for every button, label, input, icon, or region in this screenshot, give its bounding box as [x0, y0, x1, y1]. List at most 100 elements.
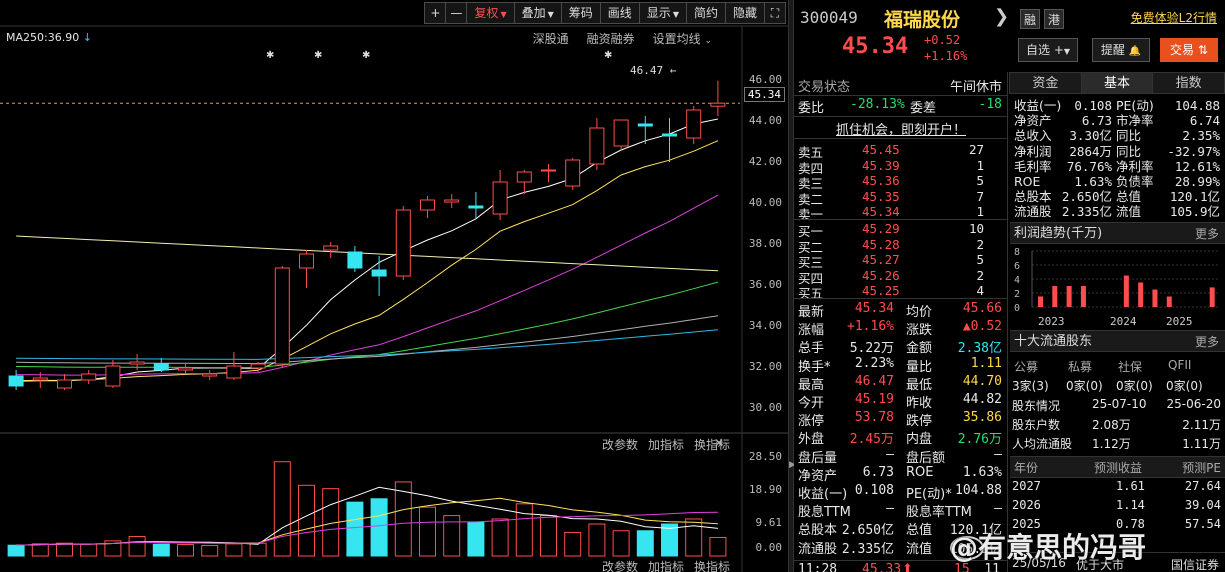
tab-index[interactable]: 指数: [1152, 72, 1225, 94]
stat-label: 涨跌: [906, 323, 933, 339]
volume-bar: [564, 531, 582, 557]
price-tick: 36.00: [748, 278, 782, 291]
candle-body: [178, 367, 193, 371]
add-indicator-link[interactable]: 加指标: [648, 436, 684, 453]
indicator-links: 改参数 加指标 换指标: [602, 436, 730, 453]
profit-x-label: 2024: [1110, 315, 1137, 328]
switch-indicator-link[interactable]: 换指标: [694, 558, 730, 572]
event-star-icon[interactable]: ✱: [314, 50, 322, 61]
profit-bar: [1080, 286, 1086, 307]
holder-row-value: 2.08万: [1092, 418, 1131, 432]
expand-icon[interactable]: ⛶: [764, 2, 786, 24]
price-tick: 30.00: [748, 401, 782, 414]
edit-params-link[interactable]: 改参数: [602, 558, 638, 572]
buy-level-row[interactable]: 买三 45.27 5: [798, 252, 1004, 270]
candle-body: [686, 109, 702, 139]
sell-level-row[interactable]: 卖一 45.34 1: [798, 204, 1004, 222]
volume-bar: [31, 543, 49, 557]
hk-connect-tag[interactable]: 港: [1044, 9, 1064, 29]
profit-x-label: 2023: [1038, 315, 1065, 328]
stat-label: 最高: [798, 377, 825, 393]
event-star-icon[interactable]: ✱: [266, 50, 274, 61]
more-link[interactable]: 更多: [1195, 331, 1219, 353]
open-account-link[interactable]: 抓住机会，即刻开户！: [836, 119, 966, 138]
profit-y-tick: 0: [1014, 303, 1020, 314]
trade-button[interactable]: 交易 ⇅: [1160, 38, 1218, 62]
zoom-out-button[interactable]: —: [445, 2, 468, 24]
ma200-line: [16, 329, 718, 360]
event-star-icon[interactable]: ✱: [604, 50, 612, 61]
stat-label: 外盘: [798, 432, 825, 448]
kline-svg[interactable]: [0, 0, 788, 572]
fundamental-row: 毛利率 76.76% 净利率 12.61%: [1014, 159, 1224, 174]
fundamental-value: 2.35%: [1182, 128, 1220, 144]
stat-value: —: [994, 446, 1002, 462]
margin-trading-link[interactable]: 融资融券: [587, 30, 635, 47]
chevron-right-icon[interactable]: ❯: [994, 6, 1009, 27]
stat-value: 1.11: [970, 355, 1002, 371]
l2-trial-link[interactable]: 免费体验L2行情: [1131, 9, 1217, 26]
hide-button[interactable]: 隐藏: [724, 2, 765, 24]
add-indicator-link[interactable]: 加指标: [648, 558, 684, 572]
holder-row-value: 2.11万: [1182, 418, 1221, 432]
quote-header: 300049 福瑞股份 ❯ 融 港 免费体验L2行情 45.34 +0.52 +…: [794, 0, 1225, 70]
sell-level-row[interactable]: 卖四 45.39 1: [798, 158, 1004, 176]
plus-icon: +: [1053, 43, 1064, 57]
more-link[interactable]: 更多: [1195, 223, 1219, 245]
volume-bar: [685, 518, 703, 557]
ma-settings-link[interactable]: 设置均线 ⌄: [653, 30, 712, 47]
event-star-icon[interactable]: ✱: [362, 50, 370, 61]
trade-price: 45.33: [862, 562, 902, 572]
stat-row: 最高 46.47 最低 44.70: [798, 374, 1004, 393]
volume-bar: [370, 498, 388, 557]
buy-level-row[interactable]: 买四 45.26 2: [798, 268, 1004, 286]
profit-y-tick: 8: [1014, 247, 1020, 258]
sell-level-row[interactable]: 卖五 45.45 27: [798, 142, 1004, 160]
buy-level-row[interactable]: 买五 45.25 4: [798, 283, 1004, 301]
open-account-banner[interactable]: 抓住机会，即刻开户！: [798, 119, 1004, 138]
sell-level-row[interactable]: 卖三 45.36 5: [798, 173, 1004, 191]
volume-bar: [515, 503, 533, 557]
watermark: @有意思的冯哥: [950, 531, 1147, 564]
divider: [794, 138, 1008, 139]
adjust-dropdown[interactable]: 复权 ▼: [466, 2, 515, 24]
candle-body: [299, 253, 314, 269]
stat-value: 45.34: [854, 301, 894, 316]
candle-body: [565, 159, 581, 187]
candle-body: [250, 363, 266, 369]
candle-body: [492, 181, 508, 215]
margin-tag[interactable]: 融: [1020, 9, 1040, 29]
stat-label: ROE: [906, 464, 934, 480]
forecast-pe: 27.64: [1184, 479, 1221, 493]
zoom-in-button[interactable]: +: [424, 2, 447, 24]
stat-label: 金额: [906, 341, 933, 357]
ma10-line: [16, 140, 719, 382]
alert-button[interactable]: 提醒 🔔: [1092, 38, 1150, 62]
forecast-year: 2027: [1012, 479, 1041, 493]
stat-value: 2.23%: [854, 355, 894, 371]
display-dropdown[interactable]: 显示 ▼: [638, 2, 687, 24]
simple-button[interactable]: 简约: [685, 2, 726, 24]
fundamental-row: 总股本 2.650亿 总值 120.1亿: [1014, 189, 1224, 204]
sell-level-row[interactable]: 卖二 45.35 7: [798, 189, 1004, 207]
profit-trend-title: 利润趋势(千万): [1014, 226, 1103, 241]
candle-body: [8, 375, 24, 387]
shenzhen-connect-link[interactable]: 深股通: [533, 30, 569, 47]
buy-level-price: 45.25: [862, 283, 900, 298]
edit-params-link[interactable]: 改参数: [602, 436, 638, 453]
switch-indicator-link[interactable]: 换指标: [694, 436, 730, 453]
tab-basic[interactable]: 基本: [1080, 72, 1154, 94]
tab-capital[interactable]: 资金: [1009, 72, 1082, 94]
stat-label: 均价: [906, 305, 933, 320]
chips-button[interactable]: 筹码: [560, 2, 601, 24]
stat-label: 流值: [906, 541, 933, 557]
kline-chart-area[interactable]: + — 复权 ▼ 叠加 ▼ 筹码 画线 显示 ▼ 简约 隐藏 ⛶ MA250:36.9…: [0, 0, 788, 572]
buy-level-row[interactable]: 买二 45.28 2: [798, 237, 1004, 255]
add-watchlist-button[interactable]: 自选 +▼: [1018, 38, 1078, 62]
overlay-dropdown[interactable]: 叠加 ▼: [513, 2, 562, 24]
draw-line-button[interactable]: 画线: [599, 2, 640, 24]
close-icon[interactable]: ✕: [714, 436, 724, 450]
buy-level-row[interactable]: 买一 45.29 10: [798, 221, 1004, 239]
fundamental-value: 2.335亿: [1061, 204, 1112, 220]
stat-row: 收益(一) 0.108 PE(动)* 104.88: [798, 483, 1004, 502]
